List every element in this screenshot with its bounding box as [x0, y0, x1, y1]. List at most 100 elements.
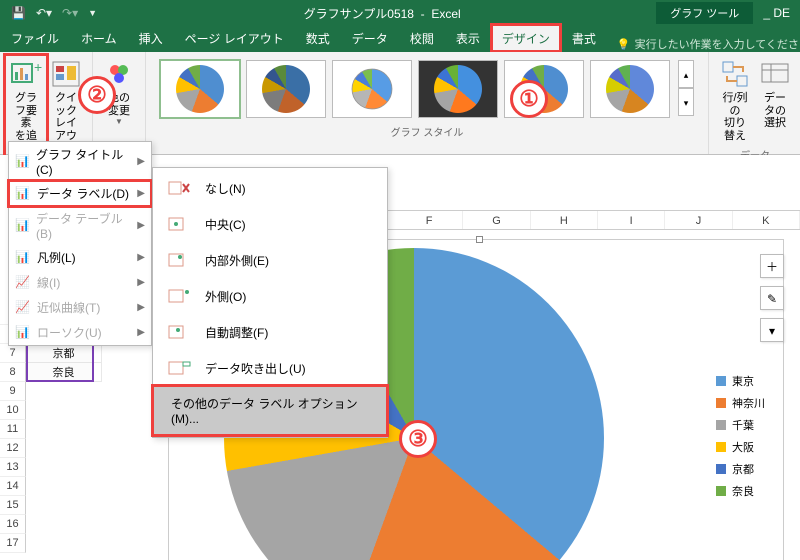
row-header[interactable]: 14: [0, 477, 26, 496]
submenu-more-options[interactable]: その他のデータ ラベル オプション(M)...: [153, 386, 387, 435]
submenu-none[interactable]: なし(N): [153, 170, 387, 206]
menu-chart-title[interactable]: 📊グラフ タイトル(C)▶: [9, 142, 151, 181]
undo-icon[interactable]: ↶▾: [33, 4, 55, 22]
tab-formulas[interactable]: 数式: [295, 25, 341, 52]
tab-insert[interactable]: 挿入: [128, 25, 174, 52]
gallery-scroll[interactable]: ▴▾: [678, 60, 694, 118]
row-header[interactable]: 13: [0, 458, 26, 477]
submenu-callout[interactable]: データ吹き出し(U): [153, 350, 387, 386]
row-header[interactable]: 17: [0, 534, 26, 553]
row-header[interactable]: 11: [0, 420, 26, 439]
tab-home[interactable]: ホーム: [70, 25, 128, 52]
tab-pagelayout[interactable]: ページ レイアウト: [174, 25, 295, 52]
doc-title: グラフサンプル0518: [304, 7, 414, 21]
layout-icon: [50, 58, 82, 90]
chart-title-icon: 📊: [15, 154, 30, 170]
legend-item[interactable]: 千葉: [716, 414, 765, 436]
col-header[interactable]: J: [665, 211, 732, 229]
annotation-badge-2: ②: [78, 76, 116, 114]
chart-filter-icon[interactable]: ▾: [760, 318, 784, 342]
annotation-badge-1: ①: [510, 80, 548, 118]
tab-file[interactable]: ファイル: [0, 25, 70, 52]
callout-icon: [165, 359, 193, 377]
legend-label: 奈良: [732, 483, 754, 499]
data-table-icon: 📊: [15, 218, 30, 234]
legend-item[interactable]: 東京: [716, 370, 765, 392]
gallery-more-icon[interactable]: ▾: [678, 88, 694, 116]
qat-customize-icon[interactable]: ▼: [85, 6, 100, 20]
svg-text:+: +: [34, 59, 42, 75]
col-header[interactable]: K: [733, 211, 800, 229]
submenu-inside-end[interactable]: 内部外側(E): [153, 242, 387, 278]
col-header[interactable]: G: [463, 211, 530, 229]
style-thumb-1[interactable]: [160, 60, 240, 118]
legend-swatch: [716, 464, 726, 474]
legend-item[interactable]: 京都: [716, 458, 765, 480]
row-header[interactable]: 15: [0, 496, 26, 515]
legend-swatch: [716, 398, 726, 408]
redo-icon[interactable]: ↷▾: [59, 4, 81, 22]
style-thumb-6[interactable]: [590, 60, 670, 118]
style-thumb-3[interactable]: [332, 60, 412, 118]
menu-legend[interactable]: 📊凡例(L)▶: [9, 245, 151, 270]
save-icon[interactable]: 💾: [8, 4, 29, 22]
legend-icon: 📊: [15, 250, 31, 266]
col-header[interactable]: H: [531, 211, 598, 229]
tell-me[interactable]: 💡 実行したい作業を入力してくださ: [617, 36, 799, 52]
row-header[interactable]: 8: [0, 363, 26, 382]
legend-label: 東京: [732, 373, 754, 389]
legend-item[interactable]: 大阪: [716, 436, 765, 458]
switch-icon: [719, 58, 751, 90]
group-styles-label: グラフ スタイル: [152, 122, 702, 139]
bulb-icon: 💡: [617, 38, 631, 51]
row-header[interactable]: 7: [0, 344, 26, 363]
tell-me-text: 実行したい作業を入力してくださ: [635, 36, 799, 52]
row-header[interactable]: 12: [0, 439, 26, 458]
select-data-icon: [759, 58, 791, 90]
col-header[interactable]: I: [598, 211, 665, 229]
legend-label: 千葉: [732, 417, 754, 433]
submenu-center[interactable]: 中央(C): [153, 206, 387, 242]
legend-item[interactable]: 神奈川: [716, 392, 765, 414]
chart-elements-icon[interactable]: ＋: [760, 254, 784, 278]
row-header[interactable]: 9: [0, 382, 26, 401]
tab-design[interactable]: デザイン: [491, 24, 561, 52]
tab-data[interactable]: データ: [341, 25, 399, 52]
legend-swatch: [716, 486, 726, 496]
gallery-up-icon[interactable]: ▴: [678, 60, 694, 88]
menu-lines: 📈線(I)▶: [9, 270, 151, 295]
legend-item[interactable]: 奈良: [716, 480, 765, 502]
center-icon: [165, 215, 193, 233]
group-data: 行/列の 切り替え データの 選択 データ: [709, 52, 800, 154]
row-header[interactable]: 10: [0, 401, 26, 420]
col-header[interactable]: F: [396, 211, 463, 229]
titlebar: 💾 ↶▾ ↷▾ ▼ グラフサンプル0518 - Excel グラフ ツール _ …: [0, 0, 800, 26]
chart-legend[interactable]: 東京 神奈川 千葉 大阪 京都 奈良: [716, 370, 765, 502]
menu-data-labels[interactable]: 📊データ ラベル(D)▶: [9, 181, 151, 206]
submenu-arrow-icon: ▶: [137, 156, 145, 167]
style-thumb-4[interactable]: [418, 60, 498, 118]
switch-row-col-label: 行/列の 切り替え: [719, 92, 751, 143]
submenu-arrow-icon: ▶: [137, 252, 145, 263]
submenu-best-fit[interactable]: 自動調整(F): [153, 314, 387, 350]
titlebar-right: _ DE: [753, 6, 800, 20]
tab-format[interactable]: 書式: [561, 25, 607, 52]
tab-view[interactable]: 表示: [445, 25, 491, 52]
legend-label: 京都: [732, 461, 754, 477]
switch-row-col-button[interactable]: 行/列の 切り替え: [715, 56, 755, 145]
lines-icon: 📈: [15, 275, 31, 291]
menu-trendline: 📈近似曲線(T)▶: [9, 295, 151, 320]
row-header[interactable]: 16: [0, 515, 26, 534]
legend-swatch: [716, 420, 726, 430]
chart-element-icon: +: [10, 58, 42, 90]
resize-handle[interactable]: [476, 236, 483, 243]
submenu-outside-end[interactable]: 外側(O): [153, 278, 387, 314]
select-data-button[interactable]: データの 選択: [755, 56, 795, 145]
submenu-arrow-icon: ▶: [137, 302, 145, 313]
tab-review[interactable]: 校閲: [399, 25, 445, 52]
select-data-label: データの 選択: [759, 92, 791, 130]
style-thumb-2[interactable]: [246, 60, 326, 118]
window-title: グラフサンプル0518 - Excel: [108, 5, 656, 22]
chart-styles-icon[interactable]: ✎: [760, 286, 784, 310]
updown-icon: 📊: [15, 325, 31, 341]
